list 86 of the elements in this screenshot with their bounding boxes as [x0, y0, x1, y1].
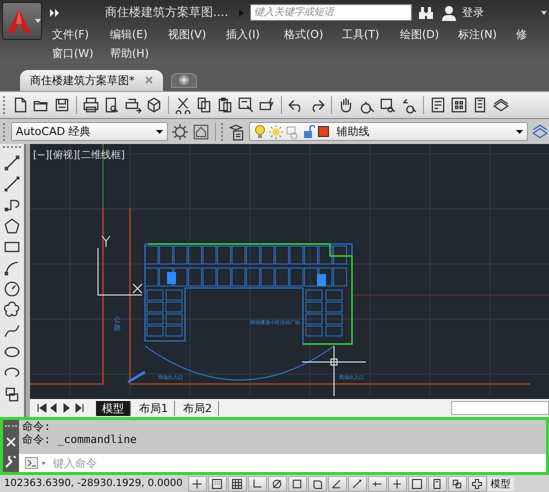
- window-title: 商住楼建筑方案草图....: [105, 4, 230, 21]
- scissors-icon[interactable]: [174, 96, 192, 114]
- status-toggle-button[interactable]: [368, 476, 387, 492]
- tablet-icon: [431, 478, 444, 490]
- house-icon[interactable]: [192, 122, 210, 141]
- menu-item[interactable]: 视图(V): [168, 27, 226, 42]
- sun-icon: [269, 124, 284, 139]
- status-toggle-button[interactable]: [288, 476, 307, 492]
- document-tab[interactable]: 商住楼建筑方案草图*: [20, 70, 162, 91]
- cloud-icon[interactable]: [3, 301, 21, 320]
- pentagon-icon[interactable]: [3, 217, 21, 236]
- insert-block-icon[interactable]: [3, 385, 21, 404]
- design-center-icon[interactable]: [450, 96, 468, 114]
- status-toggle-button[interactable]: [428, 476, 447, 492]
- plus-icon: [178, 75, 188, 86]
- layout-tab[interactable]: 布局1: [133, 400, 175, 416]
- unlocked-padlock-icon: [303, 124, 316, 139]
- cube-icon[interactable]: [145, 96, 163, 114]
- menu-item[interactable]: 窗口(W): [52, 46, 110, 61]
- status-toggle-button[interactable]: [208, 476, 227, 492]
- status-toggle-button[interactable]: [268, 476, 287, 492]
- caret-icon[interactable]: [541, 10, 547, 14]
- caret-icon: [34, 19, 40, 23]
- diagonal-icon: [351, 478, 364, 490]
- printer-icon[interactable]: [82, 96, 100, 114]
- properties-icon[interactable]: [429, 96, 447, 114]
- box-icon: [311, 478, 324, 490]
- menu-item[interactable]: 文件(F): [52, 27, 110, 42]
- workspace-dropdown[interactable]: AutoCAD 经典: [10, 122, 168, 142]
- new-tab-button[interactable]: [170, 72, 196, 88]
- menu-item[interactable]: 修: [516, 27, 549, 42]
- user-icon[interactable]: [442, 4, 456, 20]
- layout-tab[interactable]: 模型: [96, 400, 131, 416]
- ortho-icon: [251, 478, 264, 490]
- prompt-icon[interactable]: [25, 457, 47, 470]
- layer-dropdown[interactable]: 辅助线: [249, 122, 528, 142]
- menu-item[interactable]: 帮助(H): [110, 46, 168, 61]
- close-icon[interactable]: [144, 76, 152, 84]
- menu-item[interactable]: 标注(N): [458, 27, 516, 42]
- grid-icon: [231, 478, 244, 490]
- command-history-line: 命令:: [22, 420, 52, 434]
- square-icon: [291, 478, 304, 490]
- plus-icon: [471, 478, 484, 490]
- construction-line-icon[interactable]: [3, 175, 21, 194]
- expand-icon[interactable]: [50, 8, 59, 16]
- status-toggle-button[interactable]: [308, 476, 327, 492]
- dotted-grid-icon: [211, 478, 224, 490]
- status-toggle-button[interactable]: [248, 476, 267, 492]
- menu-item[interactable]: 编辑(E): [110, 27, 168, 42]
- overlap-icon: [451, 478, 464, 490]
- application-menu-button[interactable]: [2, 2, 42, 40]
- layout-tab[interactable]: 布局2: [177, 400, 219, 416]
- status-toggle-button[interactable]: [228, 476, 247, 492]
- crosshair-cursor: [302, 346, 366, 396]
- cross-icon: [391, 478, 404, 490]
- caret-icon: [156, 130, 163, 134]
- caret-icon: [516, 130, 523, 134]
- line-icon[interactable]: [3, 154, 21, 172]
- status-toggle-button[interactable]: [388, 476, 407, 492]
- wrench-icon[interactable]: [5, 456, 17, 468]
- viewport-controls-label[interactable]: [−][俯视][二维线框]: [33, 148, 125, 162]
- search-field[interactable]: 键入关键字或短语: [250, 4, 412, 21]
- snap-icon: [191, 478, 204, 490]
- model-space-button[interactable]: 模型: [488, 476, 514, 491]
- status-toggle-button[interactable]: [408, 476, 427, 492]
- coordinates-readout: 102363.6390, -28930.1929, 0.0000: [3, 478, 184, 490]
- status-toggle-button[interactable]: [348, 476, 367, 492]
- gear-icon[interactable]: [170, 122, 189, 141]
- sign-in-link[interactable]: 登录: [462, 5, 484, 20]
- copy-icon[interactable]: [195, 96, 213, 114]
- menu-item[interactable]: 绘图(D): [400, 27, 458, 42]
- menu-item[interactable]: 插入(I): [226, 27, 284, 42]
- status-toggle-button[interactable]: [468, 476, 487, 492]
- binoculars-icon[interactable]: [418, 6, 434, 20]
- status-toggle-button[interactable]: [188, 476, 207, 492]
- polar-icon: [271, 478, 284, 490]
- menu-item[interactable]: 工具(T): [342, 27, 400, 42]
- lightbulb-icon: [254, 124, 266, 139]
- status-toggle-button[interactable]: [448, 476, 467, 492]
- preview-icon[interactable]: [103, 96, 121, 114]
- status-toggle-button[interactable]: [328, 476, 347, 492]
- horizontal-scrollbar[interactable]: [451, 401, 549, 416]
- command-history-line: 命令: _commandline: [22, 433, 138, 446]
- clipboard-icon[interactable]: [216, 96, 234, 114]
- ucs-axis-icon: [98, 236, 142, 296]
- menu-item[interactable]: 格式(O): [284, 27, 342, 42]
